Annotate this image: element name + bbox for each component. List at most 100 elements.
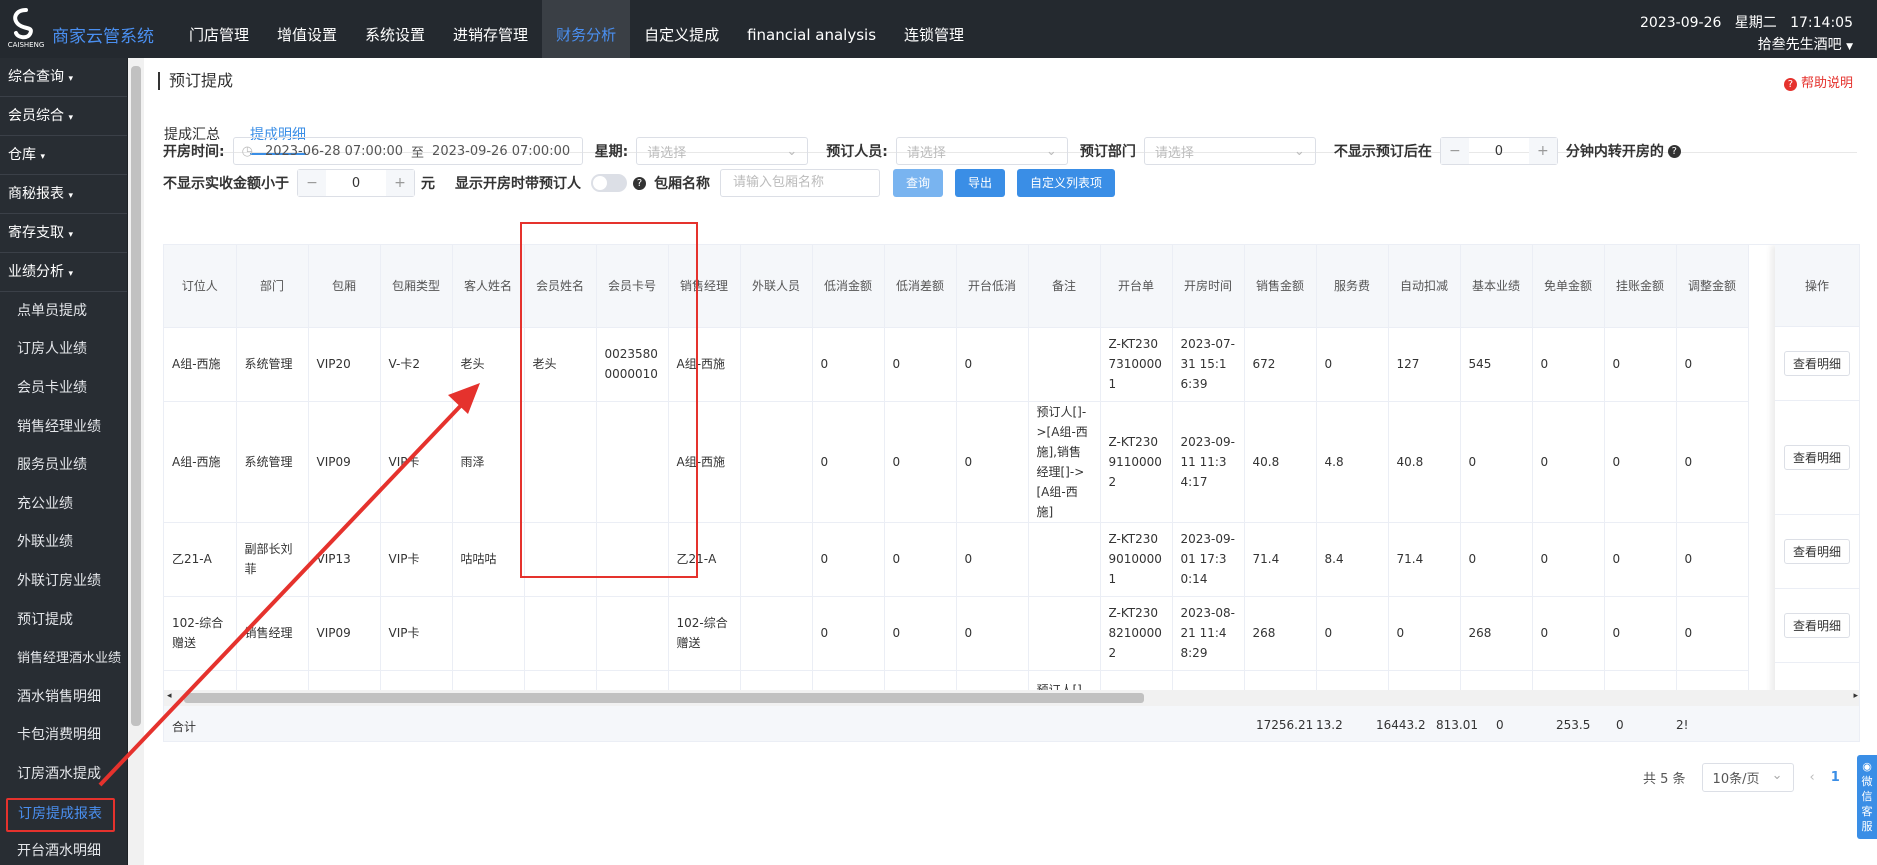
prev-page-icon[interactable]: ‹ (1810, 770, 1815, 785)
sidebar-item-outreach[interactable]: 外联业绩 (0, 524, 127, 563)
nav-financial-analysis-en[interactable]: financial analysis (733, 0, 890, 58)
main-content: 预订提成 ? 帮助说明 提成汇总 提成明细 开房时间: ◷ 2023-06-28… (144, 58, 1877, 865)
help-link[interactable]: ? 帮助说明 (1783, 72, 1853, 91)
sidebar-item-order-commission[interactable]: 点单员提成 (0, 292, 127, 331)
sidebar-item-booking-commission[interactable]: 预订提成 (0, 601, 127, 640)
nav-custom-commission[interactable]: 自定义提成 (630, 0, 733, 58)
table-cell: 0 (1532, 327, 1605, 402)
sidebar-group-overview[interactable]: 综合查询 ▾ (0, 58, 127, 97)
caisheng-logo-icon: CAISHENG (8, 8, 44, 49)
sidebar-item-manager-drinks[interactable]: 销售经理酒水业绩 (0, 639, 127, 678)
sidebar-item-drink-sales[interactable]: 酒水销售明细 (0, 678, 127, 717)
scroll-right-icon[interactable]: ▸ (1853, 691, 1858, 701)
increment-button[interactable]: + (386, 170, 414, 196)
sidebar-item-waiter[interactable]: 服务员业绩 (0, 446, 127, 485)
sidebar-item-member-card[interactable]: 会员卡业绩 (0, 369, 127, 408)
table-cell (452, 596, 525, 671)
page-size-select[interactable]: 10条/页 ⌄ (1701, 763, 1794, 792)
nav-financial-analysis[interactable]: 财务分析 (542, 0, 631, 58)
table-horizontal-scrollbar[interactable]: ◂ ▸ (164, 690, 1859, 706)
view-detail-button[interactable]: 查看明细 (1783, 445, 1850, 470)
sidebar-item-room-drinks[interactable]: 订房酒水提成 (0, 755, 127, 794)
summary-free: 0 (1496, 718, 1504, 732)
sidebar-item-outreach-booking[interactable]: 外联订房业绩 (0, 562, 127, 601)
user-menu[interactable]: 拾叁先生酒吧 ▼ (1758, 34, 1853, 54)
sidebar-scroll-thumb[interactable] (131, 66, 141, 726)
sidebar-scrollbar[interactable] (128, 58, 144, 865)
table-cell: 127 (1388, 327, 1461, 402)
datetime: 2023-09-26 星期二 17:14:05 (1640, 15, 1853, 31)
sidebar-item-booker-performance[interactable]: 订房人业绩 (0, 331, 127, 370)
hide-after-label: 不显示预订后在 (1333, 144, 1432, 160)
booker-select[interactable]: 请选择 ⌄ (895, 137, 1068, 165)
commission-table: 订位人 部门 包厢 包厢类型 客人姓名 会员姓名 会员卡号 销售经理 外联人员 低消金额 低消差额开… (163, 244, 1860, 742)
decrement-button[interactable]: − (298, 170, 326, 196)
show-booker-toggle[interactable] (591, 174, 627, 192)
nav-chain-management[interactable]: 连锁管理 (890, 0, 978, 58)
view-detail-button[interactable]: 查看明细 (1783, 351, 1850, 376)
wechat-service-button[interactable]: ◉ 微信客服 (1857, 755, 1877, 839)
export-button[interactable]: 导出 (955, 169, 1006, 197)
data-table: 订位人 部门 包厢 包厢类型 客人姓名 会员姓名 会员卡号 销售经理 外联人员 低消金额 低消差额开… (164, 245, 1749, 731)
top-navbar: CAISHENG 商家云管系统 门店管理 增值设置 系统设置 进销存管理 财务分… (0, 0, 1877, 58)
date-range-picker[interactable]: ◷ 2023-06-28 07:00:00 至 2023-09-26 07:00… (232, 137, 583, 165)
sidebar-group-performance[interactable]: 业绩分析 ▾ (0, 253, 127, 292)
table-cell: 0 (1676, 401, 1749, 523)
weekday-select[interactable]: 请选择 ⌄ (636, 137, 809, 165)
table-cell: 40.8 (1244, 401, 1317, 523)
table-cell: 268 (1460, 596, 1533, 671)
view-detail-button[interactable]: 查看明细 (1783, 613, 1850, 638)
sidebar-item-card-consumption[interactable]: 卡包消费明细 (0, 717, 127, 756)
query-button[interactable]: 查询 (893, 169, 944, 197)
decrement-button[interactable]: − (1440, 138, 1469, 164)
sidebar-item-room-commission-report[interactable]: 订房提成报表 (6, 797, 115, 832)
hide-after-stepper[interactable]: − 0 + (1439, 137, 1558, 165)
nav-system-settings[interactable]: 系统设置 (351, 0, 439, 58)
table-cell: 672 (1244, 327, 1317, 402)
booking-dept-select[interactable]: 请选择 ⌄ (1143, 137, 1316, 165)
table-cell: 71.4 (1244, 522, 1317, 597)
table-cell: 乙21-A (164, 522, 237, 597)
table-cell (740, 401, 813, 523)
table-cell: 0 (1460, 522, 1533, 597)
scroll-left-icon[interactable]: ◂ (167, 691, 172, 701)
sidebar-group-member[interactable]: 会员综合 ▾ (0, 97, 127, 136)
sidebar-item-sales-manager[interactable]: 销售经理业绩 (0, 408, 127, 447)
hscroll-thumb[interactable] (184, 693, 1144, 703)
table-cell: Z-KT23082100002 (1100, 596, 1173, 671)
sidebar-item-table-drinks[interactable]: 开台酒水明细 (0, 832, 127, 865)
custom-columns-button[interactable]: 自定义列表项 (1017, 169, 1116, 197)
room-name-input[interactable]: 请输入包厢名称 (720, 169, 880, 197)
column-header: 部门 (236, 245, 309, 328)
nav-inventory[interactable]: 进销存管理 (439, 0, 542, 58)
question-icon[interactable]: ? (1667, 144, 1681, 158)
show-booker-label: 显示开房时带预订人 (455, 176, 581, 192)
table-cell (740, 522, 813, 597)
table-cell (1028, 327, 1101, 402)
summary-label: 合计 (172, 720, 197, 734)
table-cell: 0 (956, 596, 1029, 671)
question-icon[interactable]: ? (633, 176, 646, 190)
table-row: A组-西施 系统管理 VIP20 V-卡2 老头 老头 00235800000010 A组-西… (164, 327, 1749, 402)
table-cell: 0 (1604, 596, 1677, 671)
view-detail-button[interactable]: 查看明细 (1783, 539, 1850, 564)
nav-value-added[interactable]: 增值设置 (263, 0, 351, 58)
column-header: 挂账金额 (1604, 245, 1677, 328)
sidebar-group-warehouse[interactable]: 仓库 ▾ (0, 136, 127, 175)
caret-down-icon: ▼ (1846, 42, 1853, 52)
sidebar-group-reports[interactable]: 商秘报表 ▾ (0, 175, 127, 214)
table-cell: 102-综合赠送 (164, 596, 237, 671)
table-cell: 0 (956, 522, 1029, 597)
increment-button[interactable]: + (1528, 138, 1557, 164)
table-cell: 268 (1244, 596, 1317, 671)
current-page[interactable]: 1 (1831, 770, 1840, 785)
sidebar-item-public[interactable]: 充公业绩 (0, 485, 127, 524)
member-columns-highlight (520, 222, 698, 578)
hide-after-suffix: 分钟内转开房的 (1565, 144, 1664, 160)
table-cell: 0 (1460, 401, 1533, 523)
table-cell: 0 (1676, 522, 1749, 597)
nav-store-management[interactable]: 门店管理 (175, 0, 263, 58)
end-date: 2023-09-26 07:00:00 (432, 143, 571, 159)
min-amount-stepper[interactable]: − 0 + (297, 169, 415, 197)
sidebar-group-storage[interactable]: 寄存支取 ▾ (0, 214, 127, 253)
